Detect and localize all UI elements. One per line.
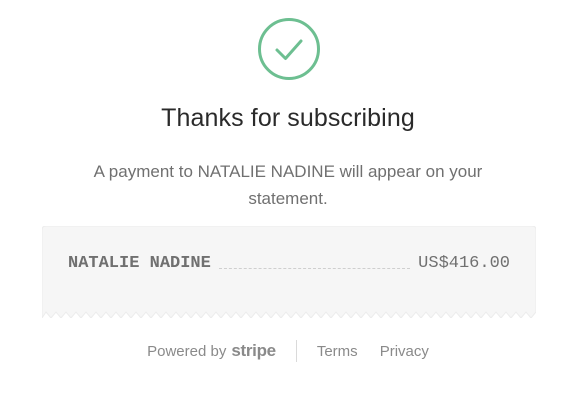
privacy-link[interactable]: Privacy xyxy=(380,343,429,360)
terms-link[interactable]: Terms xyxy=(317,343,358,360)
receipt-line-item: NATALIE NADINE US$416.00 xyxy=(68,254,510,273)
dotted-leader xyxy=(218,268,411,269)
payment-notice: A payment to NATALIE NADINE will appear … xyxy=(93,162,483,208)
payment-amount: US$416.00 xyxy=(418,254,510,273)
stripe-logo: stripe xyxy=(231,341,276,360)
footer-divider xyxy=(295,340,297,362)
receipt-card: NATALIE NADINE US$416.00 xyxy=(42,226,536,318)
page-title: Thanks for subscribing xyxy=(161,104,415,132)
checkmark-circle-icon xyxy=(257,17,321,81)
powered-by-label: Powered by xyxy=(147,343,227,360)
merchant-name: NATALIE NADINE xyxy=(68,254,211,273)
footer: Powered by stripe Terms Privacy xyxy=(0,340,576,362)
confirmation-page: Thanks for subscribing A payment to NATA… xyxy=(0,0,576,404)
powered-by-stripe-link[interactable]: Powered by stripe xyxy=(147,341,276,361)
